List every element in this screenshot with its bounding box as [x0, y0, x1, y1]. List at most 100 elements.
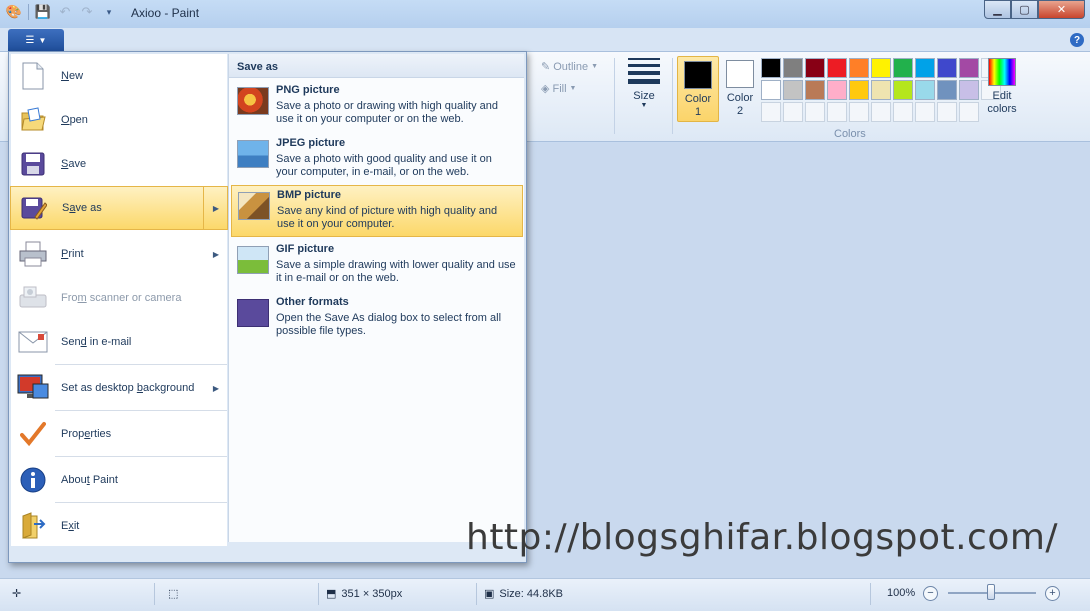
palette-swatch[interactable] — [849, 80, 869, 100]
menu-separator — [55, 364, 227, 365]
jpeg-description: Save a photo with good quality and use i… — [276, 153, 492, 178]
redo-icon[interactable]: ↷ — [79, 4, 95, 20]
palette-swatch[interactable] — [761, 80, 781, 100]
palette-custom-slot[interactable] — [937, 102, 957, 122]
palette-custom-slot[interactable] — [871, 102, 891, 122]
edit-colors-button[interactable]: Edit colors — [985, 58, 1019, 116]
status-divider — [154, 583, 155, 605]
palette-custom-slot[interactable] — [915, 102, 935, 122]
palette-swatch[interactable] — [871, 80, 891, 100]
palette-swatch[interactable] — [871, 58, 891, 78]
menu-item-properties[interactable]: Properties — [11, 412, 227, 456]
menu-item-exit[interactable]: Exit — [11, 504, 227, 548]
png-title: PNG picture — [276, 84, 340, 96]
palette-swatch[interactable] — [827, 58, 847, 78]
menu-separator — [55, 410, 227, 411]
menu-item-about[interactable]: About Paint — [11, 458, 227, 502]
paint-menu-button[interactable]: ☰ ▼ — [8, 29, 64, 51]
menu-item-from-scanner: From scanner or camera — [11, 276, 227, 320]
menu-label-print: Print — [61, 248, 84, 260]
palette-custom-slot[interactable] — [761, 102, 781, 122]
color1-swatch — [684, 61, 712, 89]
chevron-down-icon: ▼ — [38, 35, 47, 45]
menu-item-save[interactable]: Save — [11, 142, 227, 186]
menu-label-about: About Paint — [61, 474, 118, 486]
palette-custom-slot[interactable] — [893, 102, 913, 122]
new-document-icon — [17, 60, 49, 92]
palette-swatch[interactable] — [915, 80, 935, 100]
menu-item-open[interactable]: Open — [11, 98, 227, 142]
palette-swatch[interactable] — [805, 58, 825, 78]
undo-icon[interactable]: ↶ — [57, 4, 73, 20]
outline-button[interactable]: ✎ Outline ▼ — [541, 60, 599, 74]
zoom-in-button[interactable]: + — [1045, 586, 1060, 601]
palette-custom-slot[interactable] — [827, 102, 847, 122]
color1-label: Color — [684, 93, 712, 105]
palette-swatch[interactable] — [937, 58, 957, 78]
help-icon[interactable]: ? — [1070, 33, 1084, 47]
save-as-icon — [237, 299, 269, 327]
color1-button[interactable]: Color 1 — [677, 56, 719, 122]
save-as-submenu: Save as PNG picture Save a photo or draw… — [228, 54, 524, 542]
submenu-header: Save as — [229, 54, 524, 78]
menu-label-send-email: Send in e-mail — [61, 336, 132, 348]
colors-group-label: Colors — [834, 128, 866, 140]
palette-custom-slot[interactable] — [959, 102, 979, 122]
color1-number: 1 — [694, 106, 702, 118]
menu-item-send-email[interactable]: Send in e-mail — [11, 320, 227, 364]
palette-swatch[interactable] — [893, 58, 913, 78]
qat-save-icon[interactable]: 💾 — [35, 4, 51, 20]
menu-item-new[interactable]: New — [11, 54, 227, 98]
color2-button[interactable]: Color 2 — [719, 56, 761, 122]
application-menu: New Open Save Save as ▶ Print ▶ From sca… — [8, 51, 527, 563]
email-icon — [17, 326, 49, 358]
paint-app-icon[interactable]: 🎨 — [6, 4, 22, 20]
palette-custom-slot[interactable] — [805, 102, 825, 122]
palette-swatch[interactable] — [783, 58, 803, 78]
fill-button[interactable]: ◈ Fill ▼ — [541, 82, 576, 96]
zoom-slider-thumb[interactable] — [987, 584, 995, 600]
palette-swatch[interactable] — [937, 80, 957, 100]
other-formats-description: Open the Save As dialog box to select fr… — [276, 312, 502, 337]
qat-customize-icon[interactable]: ▾ — [101, 4, 117, 20]
size-button[interactable]: Size ▼ — [620, 58, 668, 109]
menu-item-print[interactable]: Print ▶ — [11, 232, 227, 276]
palette-swatch[interactable] — [827, 80, 847, 100]
save-as-png[interactable]: PNG picture Save a photo or drawing with… — [231, 81, 523, 133]
save-as-gif[interactable]: GIF picture Save a simple drawing with l… — [231, 240, 523, 292]
save-disk-icon — [17, 148, 49, 180]
palette-swatch[interactable] — [761, 58, 781, 78]
menu-label-open: Open — [61, 114, 88, 126]
bmp-picture-icon — [238, 192, 270, 220]
menu-item-save-as[interactable]: Save as ▶ — [10, 186, 228, 230]
palette-swatch[interactable] — [893, 80, 913, 100]
save-as-other-formats[interactable]: Other formats Open the Save As dialog bo… — [231, 293, 523, 345]
dimensions-text: 351 × 350px — [341, 587, 403, 600]
minimize-button[interactable]: ▁ — [984, 0, 1011, 19]
gif-title: GIF picture — [276, 243, 335, 255]
palette-custom-slot[interactable] — [783, 102, 803, 122]
app-menu-footer — [9, 546, 526, 562]
close-button[interactable]: ✕ — [1038, 0, 1085, 19]
save-as-bmp[interactable]: BMP picture Save any kind of picture wit… — [231, 185, 523, 237]
palette-swatch[interactable] — [959, 58, 979, 78]
menu-item-set-desktop-bg[interactable]: Set as desktop background ▶ — [11, 366, 227, 410]
save-as-jpeg[interactable]: JPEG picture Save a photo with good qual… — [231, 134, 523, 186]
palette-swatch[interactable] — [959, 80, 979, 100]
palette-swatch[interactable] — [805, 80, 825, 100]
menu-separator — [55, 456, 227, 457]
palette-swatch[interactable] — [849, 58, 869, 78]
status-divider — [870, 583, 871, 605]
zoom-out-button[interactable]: − — [923, 586, 938, 601]
status-divider — [318, 583, 319, 605]
maximize-button[interactable]: ▢ — [1011, 0, 1038, 19]
edit-colors-label-2: colors — [987, 103, 1017, 115]
title-bar: 🎨 💾 ↶ ↷ ▾ Axioo - Paint ▁ ▢ ✕ — [0, 0, 1090, 28]
menu-label-exit: Exit — [61, 520, 80, 532]
chevron-down-icon: ▼ — [591, 63, 599, 70]
palette-custom-slot[interactable] — [849, 102, 869, 122]
app-menu-commands: New Open Save Save as ▶ Print ▶ From sca… — [10, 54, 228, 548]
palette-swatch[interactable] — [783, 80, 803, 100]
window-controls: ▁ ▢ ✕ — [984, 0, 1085, 19]
palette-swatch[interactable] — [915, 58, 935, 78]
